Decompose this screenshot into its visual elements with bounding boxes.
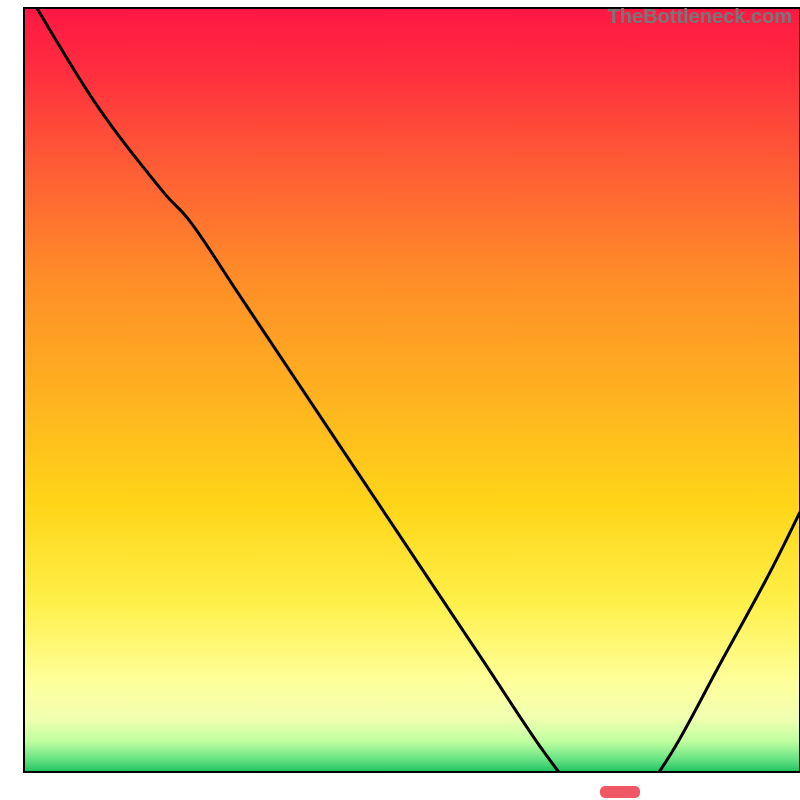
watermark-text: TheBottleneck.com	[608, 6, 792, 29]
bottleneck-chart: TheBottleneck.com	[0, 0, 800, 800]
chart-svg	[0, 0, 800, 800]
gradient-background	[24, 8, 800, 772]
optimal-marker	[600, 786, 640, 798]
